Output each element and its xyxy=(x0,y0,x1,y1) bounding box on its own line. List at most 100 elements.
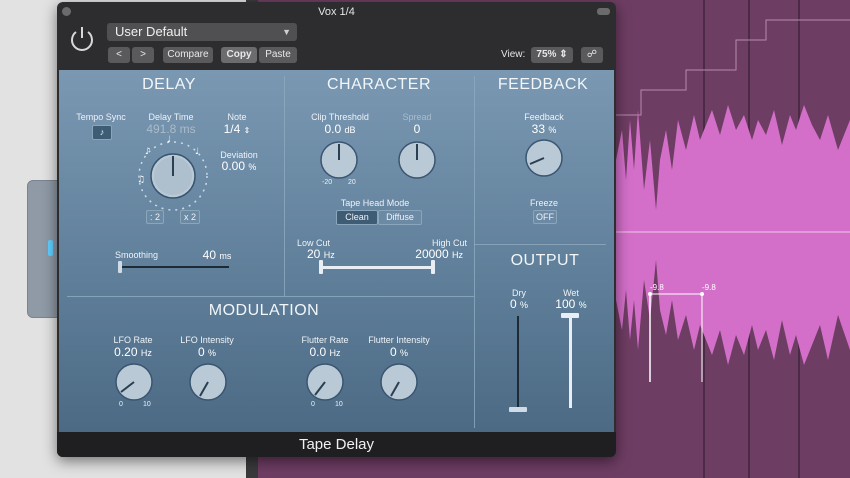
delay-time-knob[interactable]: ♪ ♩ ♩ ♫ xyxy=(133,132,213,212)
spread-knob[interactable] xyxy=(395,138,439,182)
lfo-intensity-knob[interactable] xyxy=(186,360,230,404)
svg-text:♪: ♪ xyxy=(145,147,151,157)
flutter-rate-label: Flutter Rate xyxy=(301,335,349,345)
link-icon[interactable]: ☍ xyxy=(581,47,603,63)
paste-button[interactable]: Paste xyxy=(259,47,297,63)
feedback-value[interactable]: 33 % xyxy=(509,122,579,136)
flutter-intensity-number: 0 xyxy=(389,345,397,359)
high-cut-unit: Hz xyxy=(452,250,463,260)
tape-head-mode-label: Tape Head Mode xyxy=(340,198,410,208)
lfo-rate-knob[interactable] xyxy=(112,360,156,404)
copy-button[interactable]: Copy xyxy=(221,47,257,63)
svg-text:♫: ♫ xyxy=(137,175,145,185)
low-cut-unit: Hz xyxy=(323,250,335,260)
side-panel-indicator xyxy=(48,240,53,256)
clip-threshold-value[interactable]: 0.0 dB xyxy=(304,122,376,136)
feedback-knob[interactable] xyxy=(522,136,566,180)
flutter-rate-max-label: 10 xyxy=(335,401,343,408)
flutter-intensity-value[interactable]: 0 % xyxy=(369,345,429,359)
dry-value[interactable]: 0 % xyxy=(497,297,541,311)
tempo-sync-note-icon[interactable]: ♪ xyxy=(92,125,112,140)
wet-fader-handle[interactable] xyxy=(561,313,579,318)
freeze-toggle[interactable]: OFF xyxy=(533,210,557,224)
window-resize-icon[interactable] xyxy=(597,8,610,15)
next-preset-button[interactable]: > xyxy=(132,47,154,63)
feedback-label: Feedback xyxy=(524,112,564,122)
deviation-unit: % xyxy=(248,162,257,172)
smoothing-number: 40 xyxy=(202,248,216,262)
svg-text:♩: ♩ xyxy=(167,135,171,145)
section-divider xyxy=(67,296,474,297)
lfo-intensity-label: LFO Intensity xyxy=(180,335,234,345)
note-select[interactable]: 1/4 ⇕ xyxy=(215,122,259,136)
wet-fader[interactable] xyxy=(569,316,572,408)
flutter-rate-knob[interactable] xyxy=(303,360,347,404)
dry-fader[interactable] xyxy=(517,316,519,408)
wet-unit: % xyxy=(578,300,587,310)
smoothing-unit: ms xyxy=(219,251,232,261)
section-divider xyxy=(284,76,285,296)
deviation-number: 0.00 xyxy=(221,159,245,173)
volume-marker-b: -9.8 xyxy=(702,283,716,292)
smoothing-label: Smoothing xyxy=(115,250,159,260)
dry-number: 0 xyxy=(509,297,517,311)
high-cut-handle[interactable] xyxy=(431,260,435,274)
clip-threshold-knob[interactable] xyxy=(317,138,361,182)
lfo-intensity-number: 0 xyxy=(197,345,205,359)
smoothing-slider-handle[interactable] xyxy=(118,261,122,273)
half-time-button[interactable]: : 2 xyxy=(146,210,164,224)
low-cut-handle[interactable] xyxy=(319,260,323,274)
volume-marker-a: -9.8 xyxy=(650,283,664,292)
view-zoom-select[interactable]: 75% ⇕ xyxy=(531,47,573,63)
wet-value[interactable]: 100 % xyxy=(549,297,593,311)
clip-threshold-unit: dB xyxy=(344,125,356,135)
svg-text:♩: ♩ xyxy=(195,147,199,157)
power-icon[interactable] xyxy=(67,24,97,54)
tempo-sync-label: Tempo Sync xyxy=(76,112,126,122)
flutter-intensity-label: Flutter Intensity xyxy=(368,335,430,345)
clip-max-label: 20 xyxy=(348,179,356,186)
lfo-intensity-value[interactable]: 0 % xyxy=(177,345,237,359)
chevron-down-icon: ▼ xyxy=(282,27,291,37)
compare-button[interactable]: Compare xyxy=(163,47,213,63)
character-section-title: CHARACTER xyxy=(326,76,432,93)
automation-points xyxy=(648,292,704,382)
freeze-label: Freeze xyxy=(529,198,558,208)
mode-clean-button[interactable]: Clean xyxy=(336,210,378,225)
feedback-unit: % xyxy=(548,125,557,135)
high-cut-value[interactable]: 20000 Hz xyxy=(405,247,463,261)
flutter-intensity-knob[interactable] xyxy=(377,360,421,404)
smoothing-value[interactable]: 40 ms xyxy=(197,248,237,262)
feedback-section-title: FEEDBACK xyxy=(497,76,589,93)
flutter-rate-value[interactable]: 0.0 Hz xyxy=(295,345,355,359)
dry-unit: % xyxy=(520,300,529,310)
flutter-rate-min-label: 0 xyxy=(311,401,315,408)
deviation-value[interactable]: 0.00 % xyxy=(211,159,267,173)
lfo-rate-min-label: 0 xyxy=(119,401,123,408)
low-cut-number: 20 xyxy=(307,247,321,261)
dry-fader-handle[interactable] xyxy=(509,407,527,412)
window-title: Vox 1/4 xyxy=(318,6,355,18)
title-bar[interactable]: Vox 1/4 xyxy=(57,2,616,22)
delay-time-label: Delay Time xyxy=(148,112,194,122)
preset-dropdown[interactable]: User Default ▼ xyxy=(107,23,297,41)
delay-section-title: DELAY xyxy=(142,76,196,93)
low-cut-value[interactable]: 20 Hz xyxy=(307,247,347,261)
previous-preset-button[interactable]: < xyxy=(108,47,130,63)
double-time-button[interactable]: x 2 xyxy=(180,210,200,224)
spread-value[interactable]: 0 xyxy=(389,122,445,136)
mode-diffuse-button[interactable]: Diffuse xyxy=(378,210,422,225)
cut-range-slider[interactable] xyxy=(321,266,433,269)
flutter-rate-number: 0.0 xyxy=(309,345,327,359)
note-label: Note xyxy=(227,112,247,122)
clip-min-label: -20 xyxy=(322,179,333,186)
lfo-intensity-unit: % xyxy=(208,348,217,358)
lfo-rate-number: 0.20 xyxy=(114,345,138,359)
lfo-rate-unit: Hz xyxy=(140,348,152,358)
view-label: View: xyxy=(501,49,526,60)
flutter-intensity-unit: % xyxy=(400,348,409,358)
view-zoom-value: 75% xyxy=(536,49,557,60)
lfo-rate-value[interactable]: 0.20 Hz xyxy=(103,345,163,359)
lfo-rate-label: LFO Rate xyxy=(113,335,153,345)
smoothing-slider[interactable] xyxy=(119,266,229,268)
